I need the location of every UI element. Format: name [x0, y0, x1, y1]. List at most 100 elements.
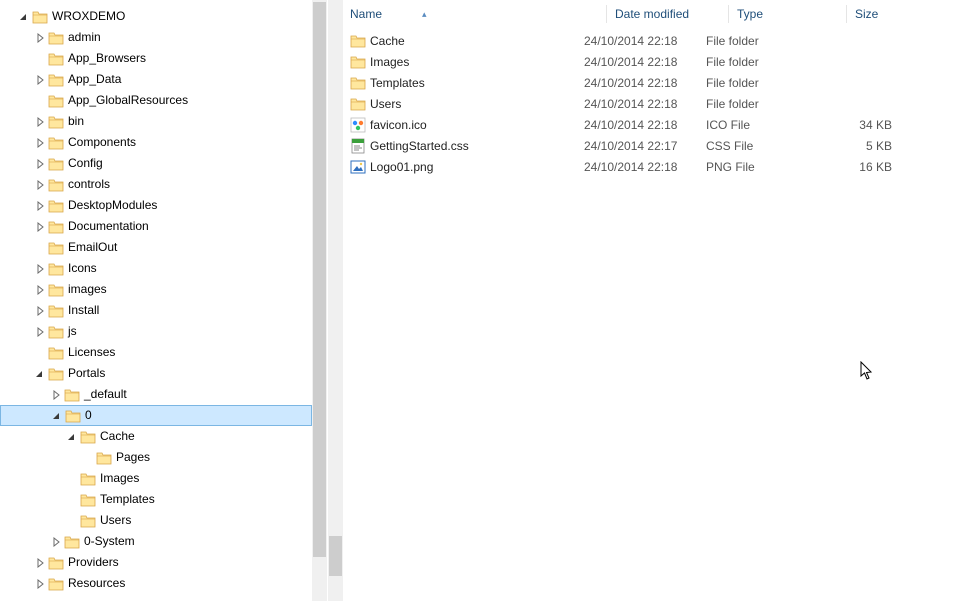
- collapse-icon[interactable]: [49, 408, 65, 424]
- file-size: 5 KB: [824, 139, 900, 153]
- expand-icon[interactable]: [32, 303, 48, 319]
- tree-item[interactable]: WROXDEMO: [0, 6, 312, 27]
- tree-item[interactable]: 0-System: [0, 531, 312, 552]
- column-header-size[interactable]: Size: [846, 5, 922, 23]
- expand-icon[interactable]: [32, 219, 48, 235]
- tree-item[interactable]: Providers: [0, 552, 312, 573]
- folder-tree-pane: WROXDEMOadminApp_BrowsersApp_DataApp_Glo…: [0, 0, 328, 601]
- folder-icon: [64, 388, 80, 402]
- tree-item[interactable]: Documentation: [0, 216, 312, 237]
- list-scrollbar-thumb[interactable]: [329, 536, 342, 576]
- collapse-icon[interactable]: [32, 366, 48, 382]
- tree-item-label: Icons: [68, 258, 97, 279]
- column-header-type[interactable]: Type: [728, 5, 846, 23]
- tree-item[interactable]: js: [0, 321, 312, 342]
- file-date: 24/10/2014 22:18: [584, 97, 706, 111]
- tree-item[interactable]: Templates: [0, 489, 312, 510]
- column-type-label: Type: [737, 7, 763, 21]
- tree-item-label: Users: [100, 510, 131, 531]
- expand-icon[interactable]: [32, 114, 48, 130]
- tree-item-label: Licenses: [68, 342, 115, 363]
- expand-icon[interactable]: [48, 387, 64, 403]
- file-date: 24/10/2014 22:18: [584, 118, 706, 132]
- collapse-icon[interactable]: [16, 9, 32, 25]
- file-type: File folder: [706, 97, 824, 111]
- tree-item[interactable]: App_Data: [0, 69, 312, 90]
- tree-scrollbar-thumb[interactable]: [313, 2, 326, 557]
- tree-item[interactable]: Images: [0, 468, 312, 489]
- tree-item[interactable]: admin: [0, 27, 312, 48]
- expand-icon[interactable]: [32, 135, 48, 151]
- mouse-cursor-icon: [860, 361, 874, 381]
- file-name: GettingStarted.css: [370, 139, 469, 153]
- expand-icon[interactable]: [32, 30, 48, 46]
- file-row[interactable]: Cache24/10/2014 22:18File folder: [350, 30, 961, 51]
- tree-item[interactable]: bin: [0, 111, 312, 132]
- tree-item-label: controls: [68, 174, 110, 195]
- ico-file-icon: [350, 117, 366, 133]
- tree-item[interactable]: _default: [0, 384, 312, 405]
- file-date: 24/10/2014 22:18: [584, 160, 706, 174]
- folder-icon: [65, 409, 81, 423]
- file-row[interactable]: Templates24/10/2014 22:18File folder: [350, 72, 961, 93]
- tree-item-label: _default: [84, 384, 127, 405]
- tree-item-label: 0-System: [84, 531, 135, 552]
- expand-icon[interactable]: [32, 261, 48, 277]
- file-date: 24/10/2014 22:18: [584, 55, 706, 69]
- tree-item[interactable]: Config: [0, 153, 312, 174]
- tree-item[interactable]: controls: [0, 174, 312, 195]
- tree-item[interactable]: Resources: [0, 573, 312, 594]
- folder-icon: [80, 493, 96, 507]
- tree-item-label: Cache: [100, 426, 135, 447]
- file-name: Cache: [370, 34, 405, 48]
- file-name: Users: [370, 97, 401, 111]
- file-list-pane: Name ▴ Date modified Type Size Cache24/1…: [328, 0, 961, 601]
- tree-item[interactable]: DesktopModules: [0, 195, 312, 216]
- expand-icon[interactable]: [32, 72, 48, 88]
- folder-icon: [48, 178, 64, 192]
- expand-icon[interactable]: [32, 177, 48, 193]
- file-row[interactable]: Users 24/10/2014 22:18File folder: [350, 93, 961, 114]
- tree-item-label: App_Browsers: [68, 48, 146, 69]
- tree-item-label: Documentation: [68, 216, 149, 237]
- expand-icon[interactable]: [32, 156, 48, 172]
- file-size: 16 KB: [824, 160, 900, 174]
- tree-item-label: 0: [85, 405, 92, 426]
- tree-item[interactable]: EmailOut: [0, 237, 312, 258]
- file-row[interactable]: Images24/10/2014 22:18File folder: [350, 51, 961, 72]
- file-list: Cache24/10/2014 22:18File folderImages24…: [328, 28, 961, 177]
- file-row[interactable]: GettingStarted.css24/10/2014 22:17CSS Fi…: [350, 135, 961, 156]
- folder-tree[interactable]: WROXDEMOadminApp_BrowsersApp_DataApp_Glo…: [0, 0, 312, 594]
- tree-item[interactable]: 0: [0, 405, 312, 426]
- css-file-icon: [350, 138, 366, 154]
- tree-item[interactable]: Licenses: [0, 342, 312, 363]
- folder-icon: [48, 31, 64, 45]
- folder-icon: [48, 304, 64, 318]
- file-row[interactable]: favicon.ico24/10/2014 22:18ICO File34 KB: [350, 114, 961, 135]
- tree-item[interactable]: Portals: [0, 363, 312, 384]
- tree-item[interactable]: images: [0, 279, 312, 300]
- list-scrollbar-left[interactable]: [328, 0, 343, 601]
- expand-icon[interactable]: [32, 555, 48, 571]
- folder-icon: [48, 325, 64, 339]
- collapse-icon[interactable]: [64, 429, 80, 445]
- column-header-name[interactable]: Name ▴: [350, 0, 606, 28]
- expand-icon[interactable]: [32, 324, 48, 340]
- expand-icon[interactable]: [32, 282, 48, 298]
- tree-scrollbar[interactable]: [312, 0, 327, 601]
- file-row[interactable]: Logo01.png24/10/2014 22:18PNG File16 KB: [350, 156, 961, 177]
- expand-icon[interactable]: [32, 576, 48, 592]
- tree-item[interactable]: Pages: [0, 447, 312, 468]
- tree-item[interactable]: Icons: [0, 258, 312, 279]
- tree-item[interactable]: Install: [0, 300, 312, 321]
- tree-item[interactable]: App_Browsers: [0, 48, 312, 69]
- tree-item[interactable]: Users: [0, 510, 312, 531]
- tree-item[interactable]: Components: [0, 132, 312, 153]
- tree-item[interactable]: Cache: [0, 426, 312, 447]
- folder-icon: [32, 10, 48, 24]
- tree-item[interactable]: App_GlobalResources: [0, 90, 312, 111]
- column-header-date[interactable]: Date modified: [606, 5, 728, 23]
- expand-icon[interactable]: [32, 198, 48, 214]
- folder-icon: [350, 75, 366, 91]
- expand-icon[interactable]: [48, 534, 64, 550]
